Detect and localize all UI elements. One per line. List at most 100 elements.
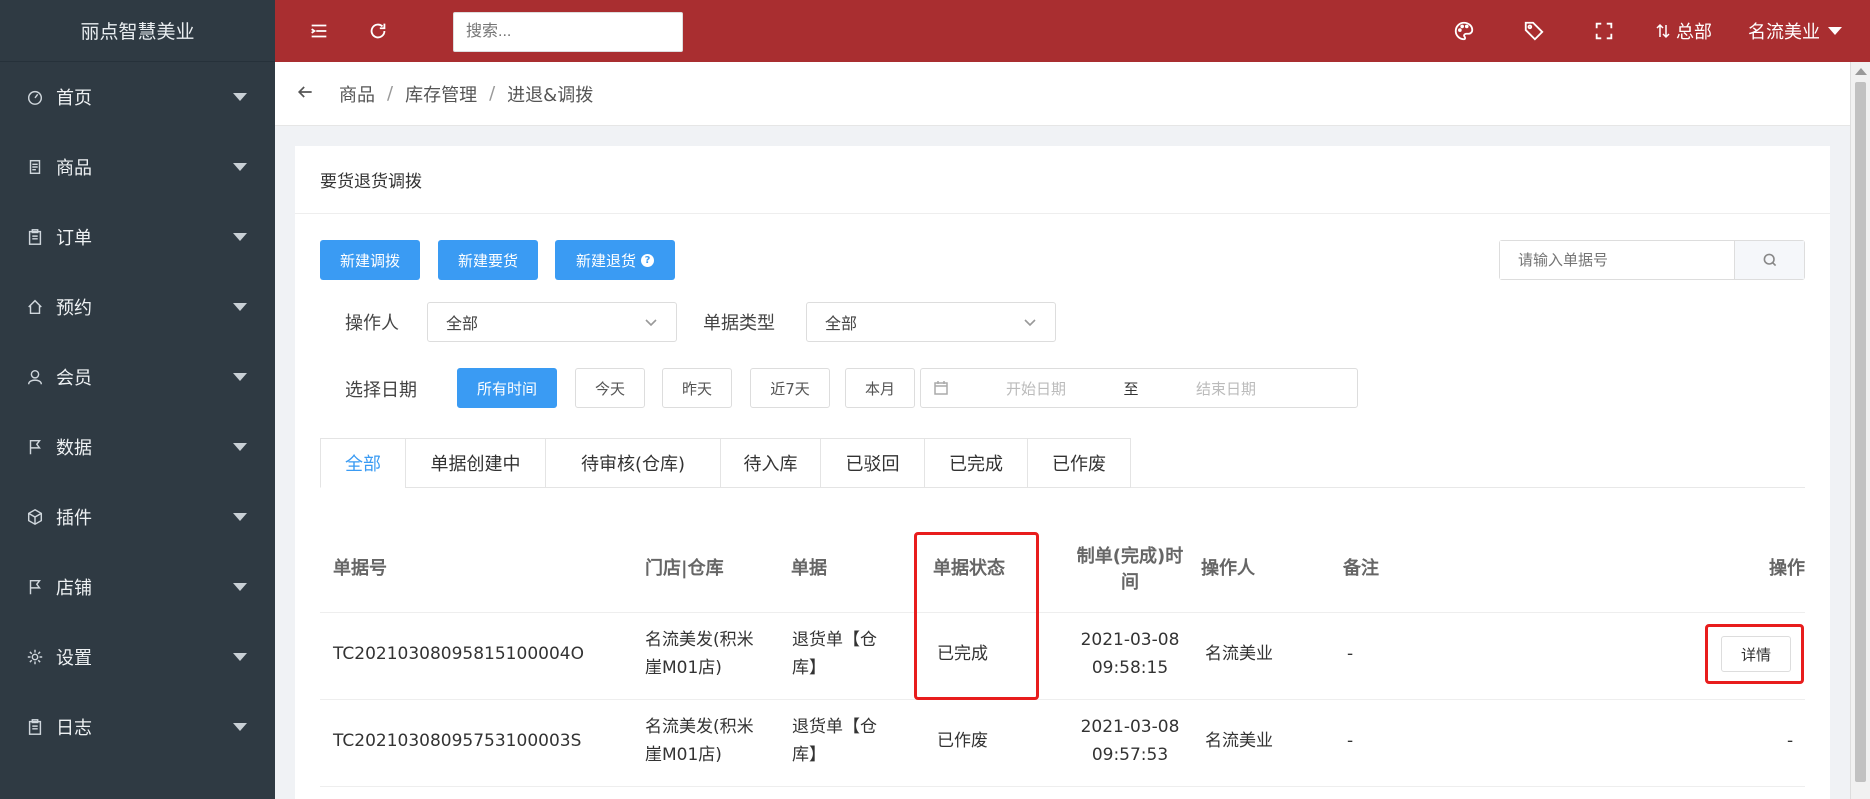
doc-search-button[interactable] — [1734, 241, 1804, 279]
flag-icon — [24, 576, 46, 598]
flag-icon — [24, 436, 46, 458]
sidebar: 丽点智慧美业 首页 商品 订单 预约 会员 数据 插件 店铺 设置 日志 — [0, 0, 275, 799]
sidebar-item-label: 设置 — [56, 648, 92, 669]
dashboard-icon — [24, 86, 46, 108]
sidebar-item-home[interactable]: 首页 — [0, 62, 275, 132]
sidebar-item-plugins[interactable]: 插件 — [0, 482, 275, 552]
row1-store: 名流美发(积米 崖M01店) — [645, 626, 754, 682]
caret-down-icon — [1828, 27, 1842, 35]
vertical-scrollbar[interactable] — [1850, 62, 1870, 799]
sidebar-item-members[interactable]: 会员 — [0, 342, 275, 412]
sidebar-item-label: 预约 — [56, 298, 92, 319]
sidebar-item-logs[interactable]: 日志 — [0, 692, 275, 762]
sidebar-item-label: 数据 — [56, 438, 92, 459]
header-doc-no: 单据号 — [333, 558, 387, 579]
user-name: 名流美业 — [1748, 22, 1820, 43]
document-icon — [24, 156, 46, 178]
breadcrumb-item-current: 进退&调拨 — [507, 84, 594, 106]
doc-search — [1499, 240, 1805, 280]
menu-collapse-icon[interactable] — [305, 17, 333, 45]
status-tabs: 全部 单据创建中 待审核(仓库) 待入库 已驳回 已完成 已作废 — [320, 438, 1805, 488]
refresh-icon[interactable] — [364, 17, 392, 45]
header-action: 操作 — [1769, 558, 1805, 579]
sidebar-item-label: 日志 — [56, 718, 92, 739]
caret-down-icon — [233, 163, 247, 171]
date-yesterday-button[interactable]: 昨天 — [662, 368, 732, 408]
doc-number-input[interactable] — [1500, 241, 1734, 279]
row1-store-line2: 崖M01店) — [645, 658, 722, 678]
sidebar-item-orders[interactable]: 订单 — [0, 202, 275, 272]
sidebar-item-booking[interactable]: 预约 — [0, 272, 275, 342]
breadcrumb-separator: / — [489, 83, 496, 104]
question-icon[interactable]: ? — [641, 253, 654, 267]
new-transfer-button[interactable]: 新建调拨 — [320, 240, 420, 280]
fullscreen-icon[interactable] — [1590, 17, 1618, 45]
date-today-button[interactable]: 今天 — [575, 368, 645, 408]
scroll-thumb[interactable] — [1855, 82, 1866, 782]
topbar-right: 总部 名流美业 — [1408, 0, 1870, 62]
row2-doc-line2: 库】 — [792, 745, 826, 765]
row2-doc-line1: 退货单【仓 — [792, 717, 877, 737]
new-request-button[interactable]: 新建要货 — [438, 240, 538, 280]
tab-pending-stock-in[interactable]: 待入库 — [720, 438, 820, 488]
breadcrumb-item-inventory[interactable]: 库存管理 — [405, 81, 477, 107]
date-label: 选择日期 — [345, 380, 417, 401]
date-end-input[interactable]: 结束日期 — [1151, 378, 1301, 399]
main-card: 要货退货调拨 新建调拨 新建要货 新建退货 ? 操作人 全部 单据类型 全部 选… — [295, 146, 1830, 799]
tab-pending-review[interactable]: 待审核(仓库) — [545, 438, 720, 488]
row1-doc: 退货单【仓 库】 — [792, 626, 877, 682]
breadcrumb-separator: / — [387, 83, 394, 104]
row2-time: 2021-03-08 09:57:53 — [1075, 713, 1185, 769]
date-month-button[interactable]: 本月 — [845, 368, 915, 408]
row2-date: 2021-03-08 — [1080, 717, 1180, 737]
search-icon — [1763, 253, 1776, 267]
header-status: 单据状态 — [933, 558, 1005, 579]
doc-type-select-value: 全部 — [825, 314, 858, 333]
row1-time-value: 09:58:15 — [1091, 658, 1169, 678]
sidebar-item-label: 首页 — [56, 88, 92, 109]
tab-voided[interactable]: 已作废 — [1027, 438, 1131, 488]
row1-date: 2021-03-08 — [1080, 630, 1180, 650]
caret-down-icon — [233, 303, 247, 311]
sidebar-item-label: 订单 — [56, 228, 92, 249]
table-divider — [320, 612, 1805, 613]
operator-select[interactable]: 全部 — [427, 302, 677, 342]
date-start-input[interactable]: 开始日期 — [961, 378, 1111, 399]
sidebar-item-settings[interactable]: 设置 — [0, 622, 275, 692]
global-search-input[interactable] — [453, 12, 683, 52]
new-return-label: 新建退货 — [575, 251, 636, 270]
caret-down-icon — [233, 513, 247, 521]
scroll-up-icon[interactable] — [1854, 68, 1867, 75]
doc-type-select[interactable]: 全部 — [806, 302, 1056, 342]
sidebar-item-label: 会员 — [56, 368, 92, 389]
date-7days-button[interactable]: 近7天 — [750, 368, 830, 408]
table-divider — [320, 786, 1805, 787]
breadcrumb-item-products[interactable]: 商品 — [339, 81, 375, 107]
tab-rejected[interactable]: 已驳回 — [820, 438, 924, 488]
sidebar-item-label: 插件 — [56, 508, 92, 529]
row1-operator: 名流美业 — [1205, 644, 1273, 664]
tab-creating[interactable]: 单据创建中 — [405, 438, 545, 488]
back-arrow-icon[interactable] — [295, 82, 315, 106]
header-operator: 操作人 — [1201, 558, 1255, 579]
date-range-picker[interactable]: 开始日期 至 结束日期 — [920, 368, 1358, 408]
hq-label: 总部 — [1676, 22, 1712, 43]
package-icon — [24, 506, 46, 528]
tag-icon[interactable] — [1520, 17, 1548, 45]
row1-store-line1: 名流美发(积米 — [645, 630, 754, 650]
sidebar-item-data[interactable]: 数据 — [0, 412, 275, 482]
caret-down-icon — [233, 93, 247, 101]
calendar-icon — [921, 380, 961, 396]
sidebar-item-store[interactable]: 店铺 — [0, 552, 275, 622]
tab-completed[interactable]: 已完成 — [924, 438, 1027, 488]
date-all-time-button[interactable]: 所有时间 — [457, 368, 557, 408]
card-title: 要货退货调拨 — [295, 146, 1830, 214]
date-range-separator: 至 — [1123, 379, 1139, 398]
new-return-button[interactable]: 新建退货 ? — [555, 240, 675, 280]
tab-all[interactable]: 全部 — [320, 438, 405, 488]
row1-detail-button[interactable]: 详情 — [1721, 636, 1791, 672]
user-menu[interactable]: 名流美业 — [1748, 18, 1842, 44]
hq-switch[interactable]: 总部 — [1654, 18, 1712, 44]
palette-icon[interactable] — [1450, 17, 1478, 45]
sidebar-item-products[interactable]: 商品 — [0, 132, 275, 202]
